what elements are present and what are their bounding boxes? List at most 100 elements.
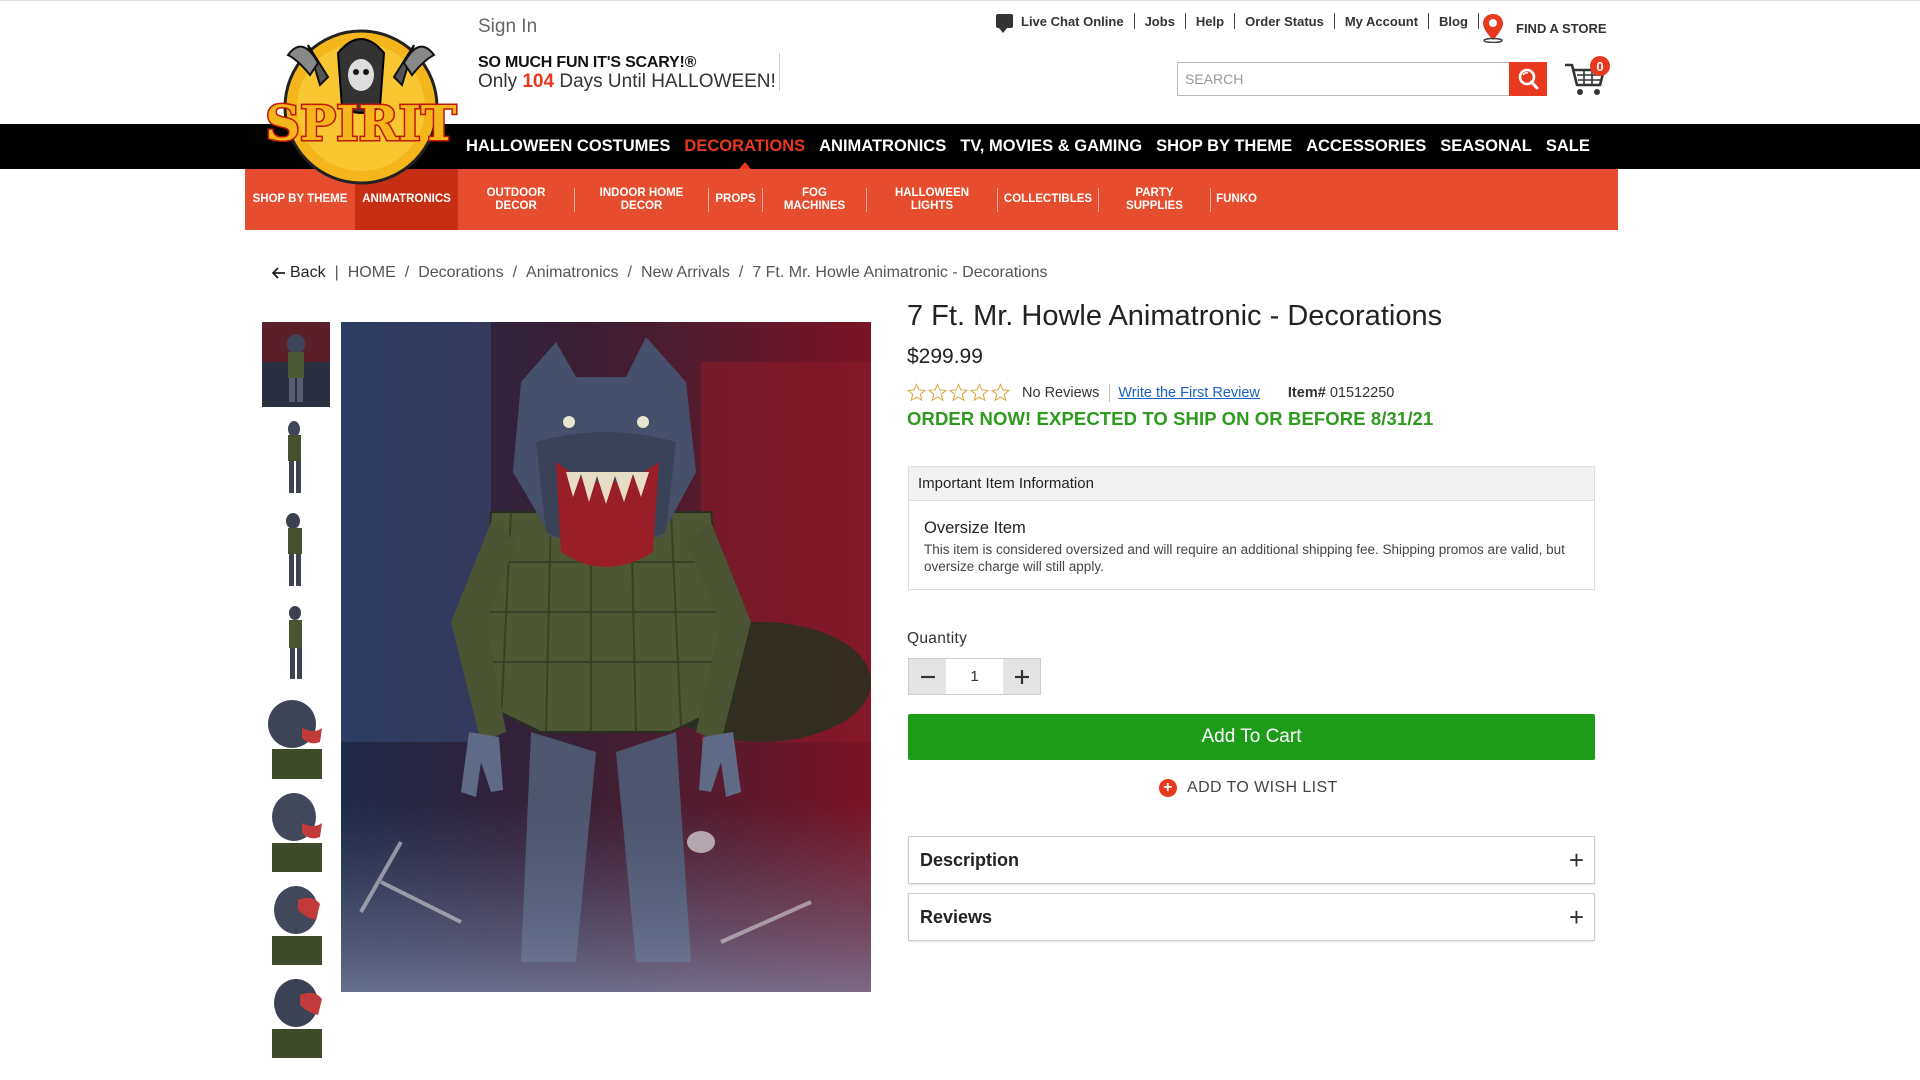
quantity-input[interactable]: [946, 659, 1003, 694]
breadcrumb-separator: /: [738, 264, 744, 281]
find-store-link[interactable]: FIND A STORE: [1482, 13, 1607, 43]
search-input[interactable]: [1178, 63, 1510, 95]
star-icon: [970, 383, 989, 402]
nav-sale[interactable]: SALE: [1546, 137, 1590, 156]
add-to-cart-button[interactable]: Add To Cart: [908, 714, 1595, 760]
order-status-link[interactable]: Order Status: [1245, 14, 1324, 29]
spirit-logo[interactable]: SPIRIT: [258, 15, 464, 191]
reviews-accordion-label: Reviews: [920, 906, 993, 927]
star-icon: [949, 383, 968, 402]
live-chat-link[interactable]: Live Chat Online: [1021, 14, 1124, 29]
wishlist-label: ADD TO WISH LIST: [1187, 779, 1338, 796]
search-icon: [1518, 68, 1539, 90]
important-info-box: Important Item Information Oversize Item…: [908, 466, 1595, 590]
breadcrumb-home[interactable]: HOME: [348, 264, 396, 282]
divider: [1234, 13, 1236, 29]
oversize-text: This item is considered oversized and wi…: [924, 542, 1565, 574]
search-button[interactable]: [1509, 62, 1547, 96]
subnav-funko[interactable]: FUNKO: [1211, 169, 1262, 230]
product-thumbnail-8[interactable]: [262, 973, 330, 1058]
countdown-suffix: Days Until HALLOWEEN!: [559, 71, 776, 92]
star-icon: [991, 383, 1010, 402]
reviews-accordion[interactable]: Reviews +: [908, 893, 1595, 941]
breadcrumb-separator: /: [404, 264, 410, 281]
back-arrow-icon: [272, 267, 285, 279]
subnav-party-supplies[interactable]: PARTY SUPPLIES: [1099, 169, 1210, 230]
quantity-decrease-button[interactable]: [909, 659, 946, 694]
divider: [1184, 13, 1186, 29]
logo-text: SPIRIT: [265, 96, 457, 152]
cart-count-badge: 0: [1590, 56, 1610, 76]
tagline: SO MUCH FUN IT'S SCARY!®: [478, 54, 697, 71]
store-pin-icon: [1483, 14, 1503, 43]
description-accordion[interactable]: Description +: [908, 836, 1595, 884]
quantity-stepper: [908, 658, 1041, 695]
star-icon: [928, 383, 947, 402]
jobs-link[interactable]: Jobs: [1145, 14, 1175, 29]
breadcrumb-animatronics[interactable]: Animatronics: [526, 264, 618, 282]
review-count: No Reviews: [1022, 384, 1100, 401]
subnav-fog-machines[interactable]: FOG MACHINES: [763, 169, 866, 230]
product-thumbnail-2[interactable]: [262, 415, 330, 500]
star-icon: [907, 383, 926, 402]
subnav-collectibles[interactable]: COLLECTIBLES: [998, 169, 1098, 230]
nav-decorations[interactable]: DECORATIONS: [684, 137, 805, 169]
minus-icon: [920, 675, 935, 678]
plus-circle-icon: +: [1159, 779, 1177, 797]
chat-icon: [996, 14, 1013, 33]
breadcrumb-separator: |: [334, 264, 339, 281]
divider: [1477, 13, 1479, 29]
product-thumbnail-5[interactable]: [262, 694, 330, 779]
main-product-image[interactable]: [341, 322, 871, 992]
halloween-countdown: Only 104 Days Until HALLOWEEN!: [478, 71, 776, 93]
description-accordion-label: Description: [920, 849, 1020, 870]
thumbnail-list: [262, 322, 330, 1066]
tagline-divider: [779, 53, 780, 91]
ship-message: ORDER NOW! EXPECTED TO SHIP ON OR BEFORE…: [907, 408, 1434, 429]
divider: [1428, 13, 1430, 29]
blog-link[interactable]: Blog: [1439, 14, 1468, 29]
item-number-value: 01512250: [1329, 384, 1395, 401]
product-thumbnail-4[interactable]: [262, 601, 330, 686]
subnav-indoor-home-decor[interactable]: INDOOR HOME DECOR: [575, 169, 708, 230]
search-box: [1177, 62, 1511, 96]
info-heading: Important Item Information: [909, 467, 1594, 501]
product-title: 7 Ft. Mr. Howle Animatronic - Decoration…: [907, 300, 1443, 332]
breadcrumb: Back | HOME / Decorations / Animatronics…: [272, 264, 1048, 282]
breadcrumb-decorations[interactable]: Decorations: [418, 264, 503, 282]
divider: [1333, 13, 1335, 29]
quantity-increase-button[interactable]: [1003, 659, 1040, 694]
nav-accessories[interactable]: ACCESSORIES: [1306, 137, 1426, 156]
write-review-link[interactable]: Write the First Review: [1118, 385, 1260, 401]
nav-seasonal[interactable]: SEASONAL: [1440, 137, 1532, 156]
subnav-outdoor-decor[interactable]: OUTDOOR DECOR: [458, 169, 574, 230]
add-to-wishlist-link[interactable]: + ADD TO WISH LIST: [1159, 779, 1338, 797]
back-link[interactable]: Back: [272, 264, 326, 282]
my-account-link[interactable]: My Account: [1345, 14, 1418, 29]
divider: [1109, 383, 1111, 402]
subnav-props[interactable]: PROPS: [709, 169, 762, 230]
breadcrumb-separator: /: [627, 264, 632, 281]
oversize-title: Oversize Item: [924, 519, 1026, 537]
utility-links: Live Chat Online Jobs Help Order Status …: [996, 13, 1489, 33]
product-thumbnail-3[interactable]: [262, 508, 330, 593]
countdown-prefix: Only: [478, 71, 518, 92]
subnav-halloween-lights[interactable]: HALLOWEEN LIGHTS: [867, 169, 997, 230]
nav-tv-movies-gaming[interactable]: TV, MOVIES & GAMING: [960, 137, 1142, 156]
product-thumbnail-6[interactable]: [262, 787, 330, 872]
star-rating[interactable]: [907, 383, 1012, 402]
back-label: Back: [290, 264, 326, 281]
item-number: Item# 01512250: [1288, 385, 1394, 401]
product-thumbnail-1[interactable]: [262, 322, 330, 407]
nav-shop-by-theme[interactable]: SHOP BY THEME: [1156, 137, 1292, 156]
sign-in-link[interactable]: Sign In: [478, 16, 537, 38]
nav-halloween-costumes[interactable]: HALLOWEEN COSTUMES: [466, 137, 670, 156]
quantity-label: Quantity: [907, 630, 968, 647]
breadcrumb-separator: /: [512, 264, 518, 281]
help-link[interactable]: Help: [1196, 14, 1224, 29]
product-thumbnail-7[interactable]: [262, 880, 330, 965]
breadcrumb-new-arrivals[interactable]: New Arrivals: [641, 264, 730, 282]
divider: [1133, 13, 1135, 29]
nav-animatronics[interactable]: ANIMATRONICS: [819, 137, 946, 156]
countdown-days: 104: [522, 71, 555, 92]
